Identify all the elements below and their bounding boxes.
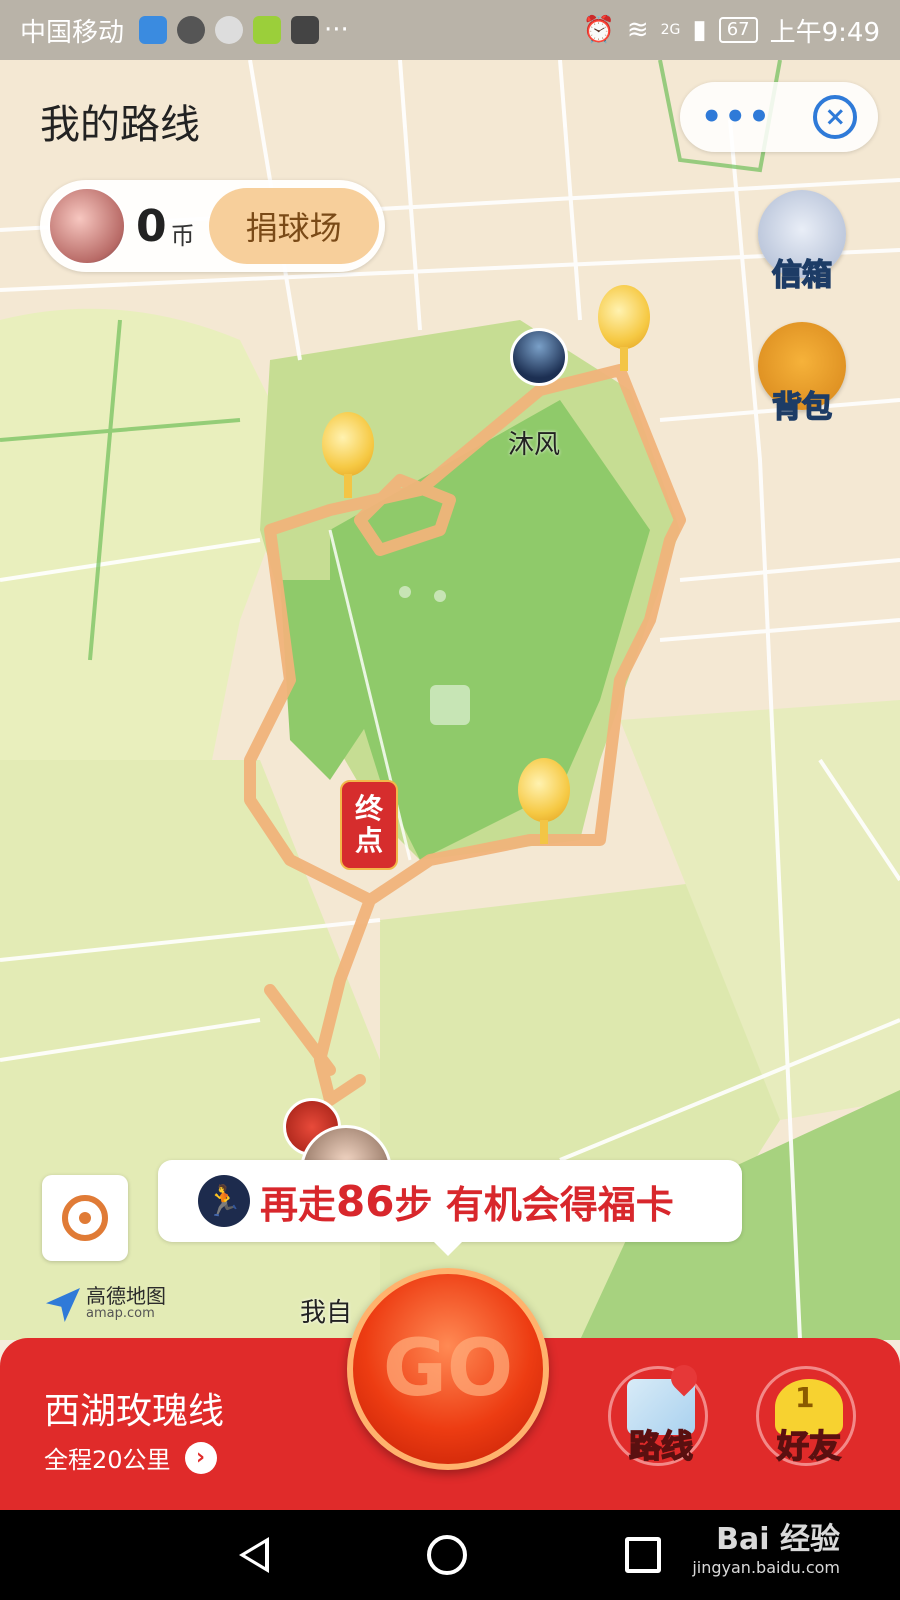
back-icon[interactable] <box>239 1537 269 1573</box>
amap-url: amap.com <box>86 1306 155 1321</box>
end-label-1: 终 <box>354 792 383 825</box>
coin-panel: 0 币 捐球场 <box>40 180 385 272</box>
avatar[interactable] <box>48 187 126 265</box>
carrier-label: 中国移动 <box>20 17 125 48</box>
chevron-right-icon: › <box>184 1441 217 1474</box>
signal-icon: ▮ <box>692 15 707 45</box>
watermark-url: jingyan.baidu.com <box>692 1558 840 1577</box>
mailbox-label: 信箱 <box>771 257 833 294</box>
close-icon[interactable]: × <box>813 95 858 139</box>
tip-prefix: 再走 <box>260 1182 337 1227</box>
battery-level: 67 <box>718 17 758 43</box>
lantern-icon[interactable] <box>598 285 650 371</box>
amap-arrow-icon <box>46 1288 80 1322</box>
crosshair-icon <box>62 1195 108 1241</box>
amap-logo: 高德地图 amap.com <box>46 1284 166 1323</box>
end-label-2: 点 <box>354 824 383 857</box>
header-actions: ••• × <box>680 82 878 152</box>
amap-brand: 高德地图 <box>86 1284 166 1308</box>
route-name: 西湖玫瑰线 <box>44 1391 225 1432</box>
watermark: Bai 经验 jingyan.baidu.com <box>692 1514 840 1577</box>
lantern-icon[interactable] <box>518 758 570 844</box>
home-icon[interactable] <box>427 1535 467 1575</box>
alarm-icon: ⏰ <box>582 15 615 45</box>
more-dots-icon: ··· <box>324 15 349 45</box>
tip-suffix: 步 有机会得福卡 <box>394 1182 674 1227</box>
end-point-marker[interactable]: 终 点 <box>340 780 398 870</box>
lantern-icon[interactable] <box>322 412 374 498</box>
tip-steps: 86 <box>336 1176 395 1226</box>
backpack-button[interactable]: 背包 <box>756 322 848 426</box>
clock: 上午9:49 <box>769 17 880 48</box>
donate-button[interactable]: 捐球场 <box>208 188 379 264</box>
friends-button-label: 好友 <box>776 1426 842 1466</box>
status-bar: 中国移动 ··· ⏰ ≋ 2G ▮ 67 上午9:49 <box>0 0 900 60</box>
route-distance: 全程20公里 <box>44 1446 171 1474</box>
backpack-label: 背包 <box>771 389 833 426</box>
page-title: 我的路线 <box>40 102 200 148</box>
friends-badge: 1 <box>795 1381 815 1414</box>
more-icon[interactable]: ••• <box>701 97 772 137</box>
step-tip-bubble: 🏃 再走 86 步 有机会得福卡 <box>158 1160 742 1256</box>
route-button[interactable]: 路线 <box>608 1359 708 1466</box>
coin-unit: 币 <box>170 221 195 250</box>
music-icon <box>253 16 282 44</box>
runner-icon: 🏃 <box>198 1175 250 1227</box>
watermark-brand: Bai 经验 <box>716 1522 840 1557</box>
coin-count: 0 <box>136 200 167 252</box>
wifi-icon: ≋ <box>626 15 649 45</box>
route-distance-link[interactable]: 全程20公里 › <box>44 1440 217 1475</box>
go-button[interactable]: GO <box>347 1268 549 1470</box>
locate-button[interactable] <box>42 1175 128 1261</box>
friend-avatar-marker[interactable] <box>510 328 568 386</box>
toutiao-icon <box>291 16 320 44</box>
self-name: 我自 <box>300 1298 353 1328</box>
recent-apps-icon[interactable] <box>625 1537 661 1573</box>
friend-name: 沐风 <box>508 430 561 460</box>
route-button-label: 路线 <box>628 1426 694 1466</box>
browser-icon <box>177 16 206 44</box>
qq-icon <box>215 16 244 44</box>
mailbox-button[interactable]: 信箱 <box>756 190 848 294</box>
network-type: 2G <box>660 22 681 38</box>
shield-icon <box>139 16 168 44</box>
friends-button[interactable]: 1 好友 <box>756 1366 856 1466</box>
